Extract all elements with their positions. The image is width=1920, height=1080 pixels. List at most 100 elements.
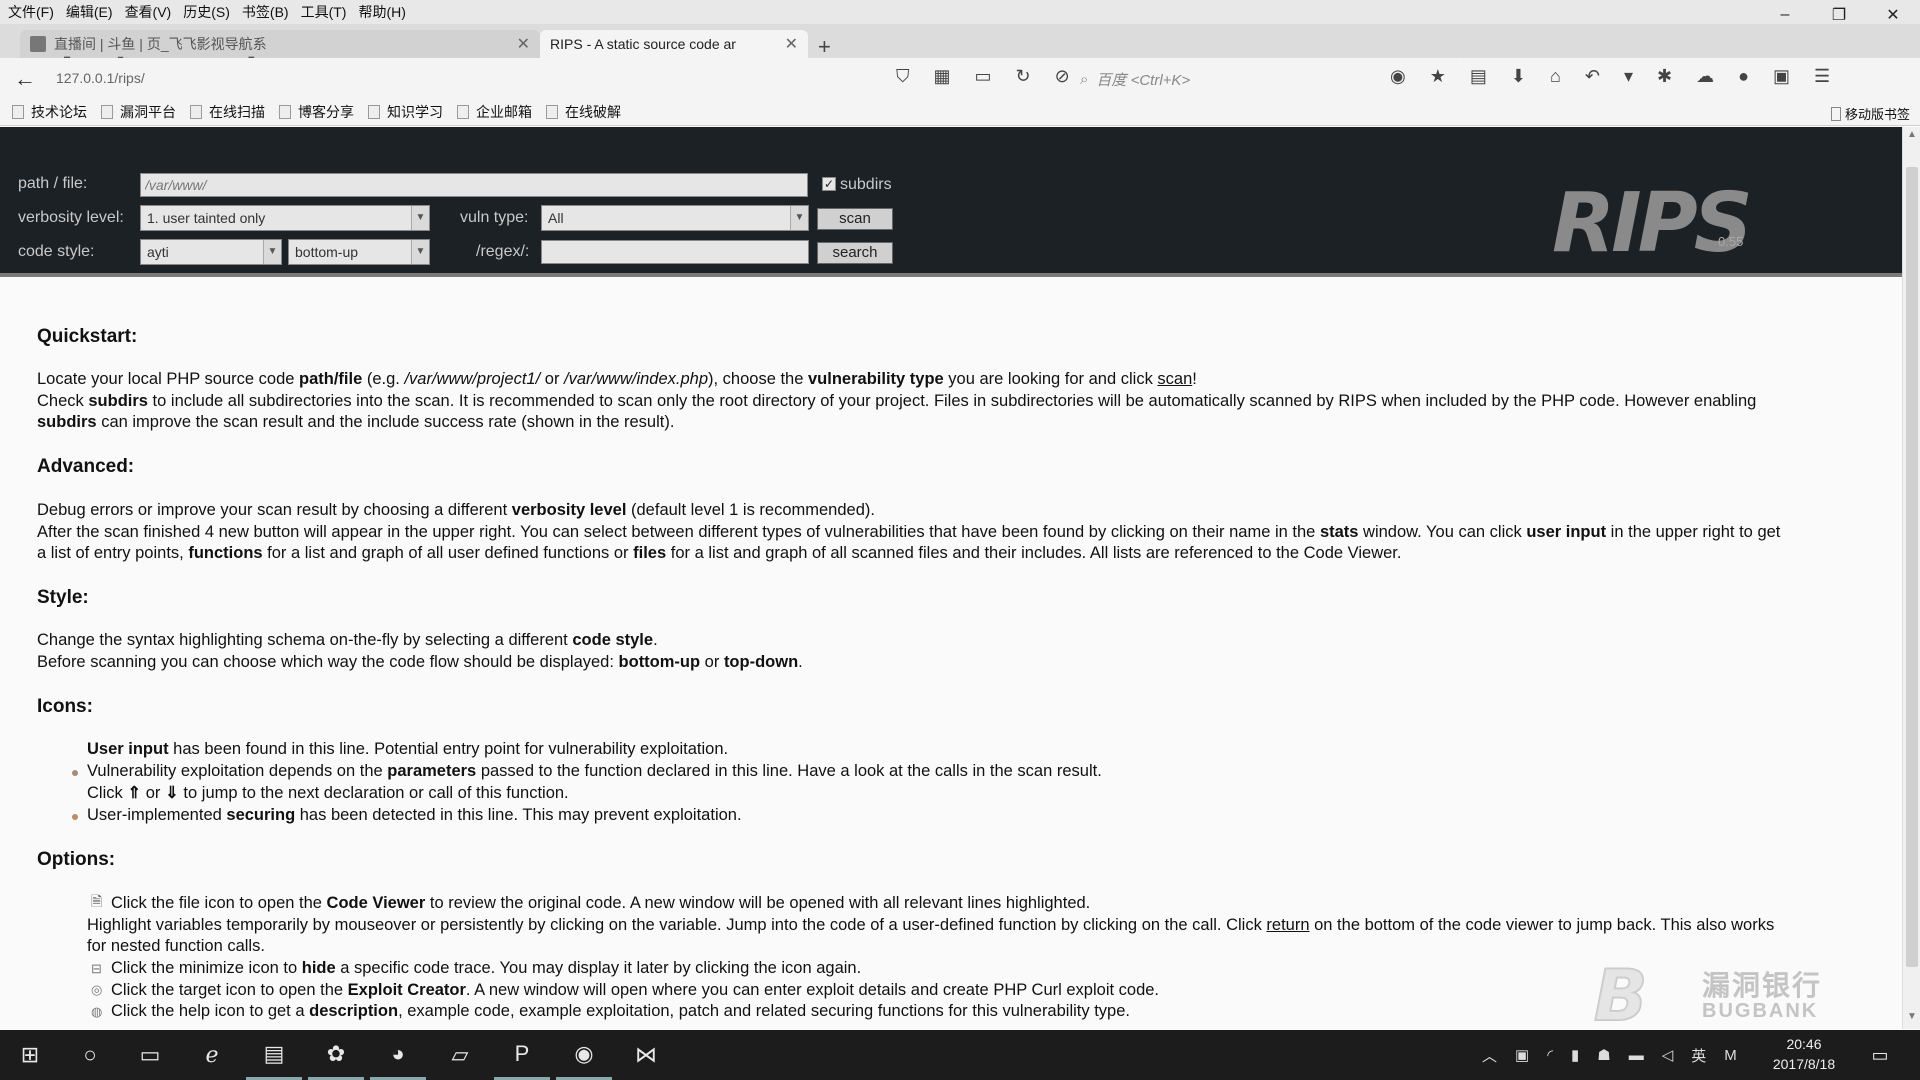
vuln-type-select[interactable]: All ▼ [541, 205, 809, 231]
bookmark-item[interactable]: 漏洞平台 [101, 102, 176, 122]
clock[interactable]: 20:46 2017/8/18 [1768, 1034, 1840, 1074]
star-icon[interactable]: ★ [1430, 66, 1446, 87]
path-input[interactable] [140, 173, 808, 197]
flow-value: bottom-up [295, 244, 359, 260]
menu-edit[interactable]: 编辑(E) [66, 2, 113, 22]
mobile-bookmarks-label: 移动版书签 [1844, 107, 1910, 122]
search-button[interactable]: search [817, 242, 893, 264]
ime-mode-indicator[interactable]: M [1724, 1047, 1737, 1064]
home-icon[interactable]: ⌂ [1550, 66, 1561, 87]
subdirs-checkbox[interactable]: ✓ [822, 177, 836, 191]
network-icon[interactable]: ◜ [1547, 1046, 1553, 1064]
menu-view[interactable]: 查看(V) [125, 2, 172, 22]
bookmark-item[interactable]: 在线扫描 [190, 102, 265, 122]
regex-input[interactable] [541, 240, 809, 264]
advanced-heading: Advanced: [37, 456, 135, 477]
toolbar-icons: ◉ ★ ▤ ⬇ ⌂ ↶ ▾ ✱ ☁ ● ▣ ☰ [1390, 66, 1830, 87]
undo-icon[interactable]: ↶ [1585, 66, 1600, 87]
options-highlight: Highlight variables temporarily by mouse… [87, 916, 1775, 934]
menu-bar: 文件(F) 编辑(E) 查看(V) 历史(S) 书签(B) 工具(T) 帮助(H… [0, 0, 1920, 24]
folder-icon[interactable]: ▱ [432, 1030, 488, 1080]
visual-studio-icon[interactable]: ⋈ [618, 1030, 674, 1080]
cloud-icon[interactable]: ☁ [1696, 66, 1714, 87]
url-field[interactable]: 127.0.0.1/rips/ [50, 66, 870, 92]
firefox-icon[interactable]: ◕ [370, 1030, 426, 1080]
path-label: path / file: [18, 175, 88, 192]
recorder-icon[interactable]: ◉ [556, 1030, 612, 1080]
tray-app-icon[interactable]: ▣ [1515, 1046, 1529, 1064]
notification-icon[interactable]: ▭ [1852, 1030, 1908, 1080]
quickstart-line2: Check subdirs to include all subdirector… [37, 392, 1757, 410]
bookmark-icon [546, 104, 558, 119]
tab-inactive[interactable]: 直播间 | 斗鱼 | 页_飞飞影视导航系 ✕ [20, 30, 540, 58]
menu-file[interactable]: 文件(F) [8, 2, 54, 22]
target-icon: ◎ [91, 982, 103, 997]
edge-icon[interactable]: ℯ [184, 1030, 240, 1080]
jump-down-icon: ⇓ [165, 784, 179, 802]
battery-icon[interactable]: ▬ [1629, 1047, 1644, 1064]
menu-help[interactable]: 帮助(H) [358, 2, 405, 22]
bookmark-item[interactable]: 知识学习 [368, 102, 443, 122]
ime-indicator[interactable]: 英 [1691, 1045, 1706, 1066]
dropdown-icon[interactable]: ▾ [1624, 66, 1633, 87]
regex-label: /regex/: [476, 243, 530, 260]
tray-people-icon[interactable]: ☗ [1597, 1046, 1610, 1064]
tray-device-icon[interactable]: ▮ [1571, 1046, 1579, 1064]
grid-icon[interactable]: ▣ [1773, 66, 1790, 87]
menu-bookmarks[interactable]: 书签(B) [242, 2, 289, 22]
menu-history[interactable]: 历史(S) [183, 2, 230, 22]
scroll-up-icon[interactable]: ▲ [1903, 129, 1920, 147]
shield-icon[interactable]: ⛉ [896, 66, 910, 87]
bookmark-item[interactable]: 技术论坛 [12, 102, 87, 122]
reader-icon[interactable]: ▭ [975, 66, 992, 87]
reload-icon[interactable]: ↻ [1016, 66, 1031, 87]
chevron-down-icon: ▼ [411, 206, 429, 230]
back-arrow-icon[interactable]: ← [14, 66, 36, 92]
cortana-icon[interactable]: ○ [62, 1030, 118, 1080]
bookmark-label: 知识学习 [387, 103, 443, 120]
icons-user-input: User input has been found in this line. … [87, 740, 729, 758]
download-icon[interactable]: ⬇ [1511, 66, 1526, 87]
block-icon[interactable]: ⊘ [1055, 66, 1070, 87]
hamburger-menu-icon[interactable]: ☰ [1814, 66, 1830, 87]
help-icon: ◍ [91, 1004, 103, 1019]
qr-icon[interactable]: ▦ [934, 66, 951, 87]
scan-button[interactable]: scan [817, 208, 893, 230]
extension-icon[interactable]: ✱ [1657, 66, 1672, 87]
tray-expand-icon[interactable]: ︿ [1482, 1045, 1497, 1066]
bookmark-item[interactable]: 企业邮箱 [457, 102, 532, 122]
nav-bar: ← 127.0.0.1/rips/ ⛉ ▦ ▭ ↻ ⊘ ⌕ 百度 <Ctrl+K… [0, 58, 1920, 98]
mobile-bookmarks[interactable]: 移动版书签 [1830, 104, 1910, 123]
bookmark-icon [457, 104, 469, 119]
scroll-down-icon[interactable]: ▼ [1903, 1011, 1920, 1029]
library-icon[interactable]: ▤ [1470, 66, 1487, 87]
bookmark-item[interactable]: 博客分享 [279, 102, 354, 122]
return-link[interactable]: return [1266, 916, 1309, 934]
vuln-type-value: All [548, 210, 564, 226]
search-box[interactable]: ⌕ 百度 <Ctrl+K> [1080, 66, 1360, 92]
scan-link[interactable]: scan [1157, 370, 1192, 388]
pocket-icon[interactable]: ◉ [1390, 66, 1406, 87]
scrollbar-thumb[interactable] [1906, 167, 1918, 967]
tab-close-icon[interactable]: ✕ [785, 34, 798, 54]
task-view-icon[interactable]: ▭ [122, 1030, 178, 1080]
powerpoint-icon[interactable]: P [494, 1030, 550, 1080]
file-explorer-icon[interactable]: ▤ [246, 1030, 302, 1080]
verbosity-select[interactable]: 1. user tainted only ▼ [140, 205, 430, 231]
menu-tools[interactable]: 工具(T) [301, 2, 347, 22]
volume-icon[interactable]: ◁ [1662, 1046, 1674, 1064]
app-icon[interactable]: ✿ [308, 1030, 364, 1080]
windows-start-icon[interactable]: ⊞ [2, 1030, 58, 1080]
page-scrollbar[interactable]: ▲ ▼ [1902, 127, 1920, 1029]
options-nested: for nested function calls. [87, 937, 265, 955]
new-tab-button[interactable]: + [818, 34, 831, 60]
avatar-icon[interactable]: ● [1738, 66, 1749, 87]
options-file: Click the file icon to open the Code Vie… [111, 894, 1091, 912]
tab-close-icon[interactable]: ✕ [517, 34, 530, 54]
tab-active[interactable]: RIPS - A static source code ar ✕ [540, 30, 808, 58]
flow-select[interactable]: bottom-up ▼ [288, 239, 430, 265]
code-style-select[interactable]: ayti ▼ [140, 239, 282, 265]
bookmark-item[interactable]: 在线破解 [546, 102, 621, 122]
address-bar-icons: ⛉ ▦ ▭ ↻ ⊘ [896, 66, 1070, 87]
tab-label: RIPS - A static source code ar [550, 36, 736, 52]
